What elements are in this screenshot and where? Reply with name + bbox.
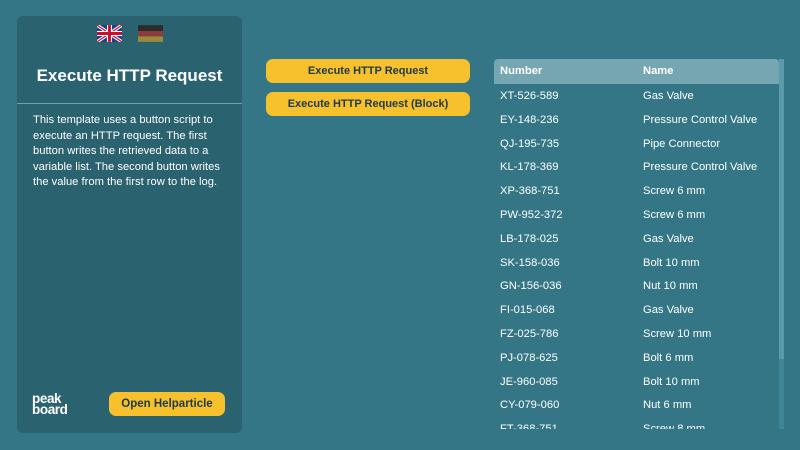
table-row[interactable]: JE-960-085 Bolt 10 mm: [494, 370, 779, 394]
data-table: Number Name XT-526-589 Gas Valve EY-148-23…: [494, 59, 784, 429]
cell-name: Pressure Control Valve: [643, 113, 758, 126]
template-description: This template uses a button script to ex…: [33, 114, 220, 189]
peakboard-logo: peak board: [32, 391, 68, 417]
cell-name: Pressure Control Valve: [643, 161, 758, 174]
cell-name: Nut 6 mm: [643, 399, 692, 412]
cell-number: JE-960-085: [500, 375, 558, 388]
column-header-number[interactable]: Number: [500, 65, 542, 77]
table-body: XT-526-589 Gas Valve EY-148-236 Pressure Co…: [494, 84, 779, 429]
cell-number: FT-368-751: [500, 423, 558, 429]
language-switcher: [17, 25, 242, 42]
cell-name: Nut 10 mm: [643, 280, 698, 293]
cell-name: Gas Valve: [643, 232, 694, 245]
execute-http-request-block-button[interactable]: Execute HTTP Request (Block): [266, 92, 470, 116]
table-row[interactable]: FZ-025-786 Screw 10 mm: [494, 322, 779, 346]
table-row[interactable]: CY-079-060 Nut 6 mm: [494, 393, 779, 417]
scrollbar-thumb[interactable]: [779, 59, 784, 359]
table-header: Number Name: [494, 59, 779, 84]
cell-number: PJ-078-625: [500, 351, 558, 364]
table-row[interactable]: FT-368-751 Screw 8 mm: [494, 417, 779, 429]
cell-number: EY-148-236: [500, 113, 559, 126]
cell-name: Screw 10 mm: [643, 327, 712, 340]
cell-number: CY-079-060: [500, 399, 560, 412]
united-kingdom-flag-icon[interactable]: [96, 25, 122, 42]
table-row[interactable]: PW-952-372 Screw 6 mm: [494, 203, 779, 227]
cell-name: Gas Valve: [643, 90, 694, 102]
table-row[interactable]: SK-158-036 Bolt 10 mm: [494, 251, 779, 275]
table-row[interactable]: GN-156-036 Nut 10 mm: [494, 274, 779, 298]
cell-name: Gas Valve: [643, 304, 694, 317]
cell-number: QJ-195-735: [500, 137, 560, 150]
cell-number: PW-952-372: [500, 208, 563, 221]
table-row[interactable]: KL-178-369 Pressure Control Valve: [494, 155, 779, 179]
cell-number: LB-178-025: [500, 232, 559, 245]
cell-number: SK-158-036: [500, 256, 560, 269]
panel-title: Execute HTTP Request: [36, 66, 223, 85]
cell-number: FI-015-068: [500, 304, 555, 317]
cell-name: Screw 8 mm: [643, 423, 705, 429]
cell-name: Bolt 10 mm: [643, 256, 700, 269]
cell-name: Screw 6 mm: [643, 185, 706, 198]
table-row[interactable]: EY-148-236 Pressure Control Valve: [494, 108, 779, 132]
cell-number: XT-526-589: [500, 90, 559, 102]
open-helparticle-button[interactable]: Open Helparticle: [109, 392, 225, 416]
table-row[interactable]: QJ-195-735 Pipe Connector: [494, 132, 779, 156]
germany-flag-icon[interactable]: [137, 25, 163, 42]
table-row[interactable]: XP-368-751 Screw 6 mm: [494, 179, 779, 203]
left-panel: Execute HTTP Request This template uses …: [17, 16, 242, 433]
table-scrollbar[interactable]: [779, 59, 784, 429]
table-row[interactable]: FI-015-068 Gas Valve: [494, 298, 779, 322]
table-row[interactable]: LB-178-025 Gas Valve: [494, 227, 779, 251]
table-row[interactable]: XT-526-589 Gas Valve: [494, 84, 779, 108]
cell-name: Pipe Connector: [643, 137, 721, 150]
cell-name: Bolt 10 mm: [643, 375, 700, 388]
cell-name: Bolt 6 mm: [643, 351, 694, 364]
cell-number: GN-156-036: [500, 280, 562, 293]
cell-number: FZ-025-786: [500, 327, 559, 340]
cell-name: Screw 6 mm: [643, 208, 706, 221]
table-row[interactable]: PJ-078-625 Bolt 6 mm: [494, 346, 779, 370]
cell-number: KL-178-369: [500, 161, 559, 174]
divider: [17, 103, 242, 104]
execute-http-request-button[interactable]: Execute HTTP Request: [266, 59, 470, 83]
column-header-name[interactable]: Name: [643, 65, 673, 77]
cell-number: XP-368-751: [500, 185, 560, 198]
